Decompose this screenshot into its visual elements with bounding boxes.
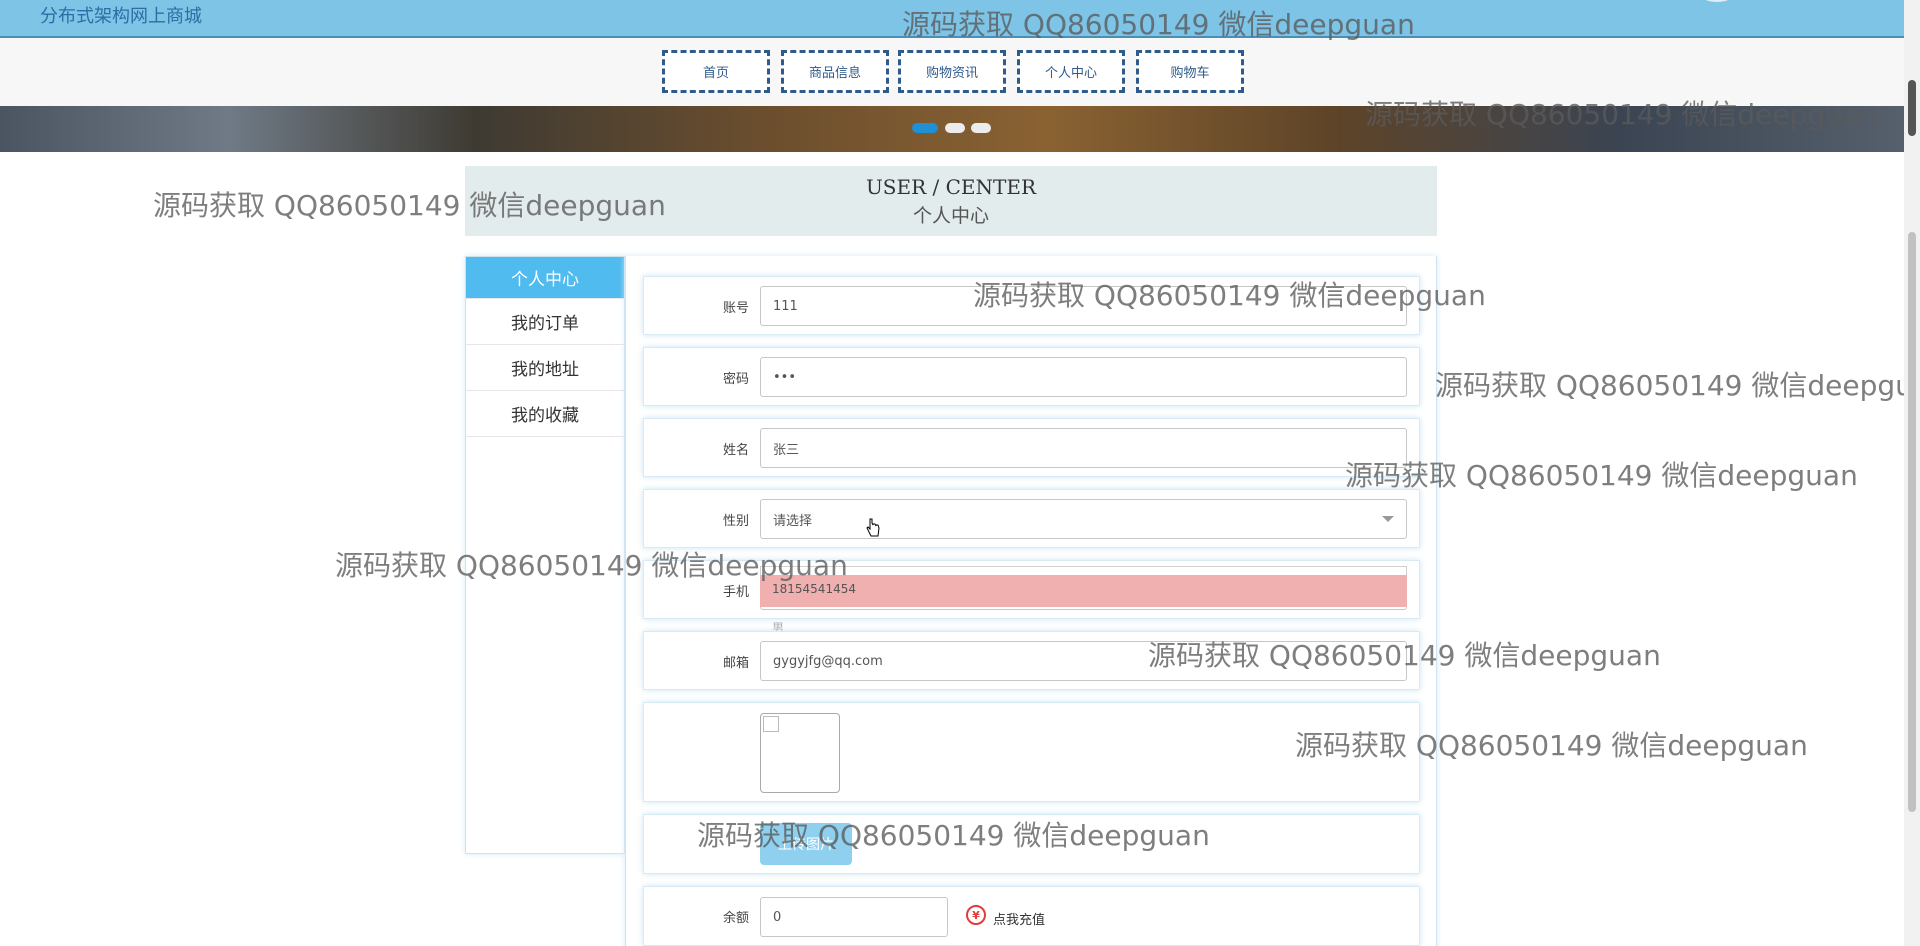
watermark-clip: 源码获取 QQ86050149 微信deepguan: [1435, 364, 1904, 404]
watermark: 源码获取 QQ86050149 微信deepguan: [1435, 369, 1904, 402]
form-row-email: 邮箱 gygyjfg@qq.com: [643, 631, 1420, 690]
avatar-image-preview: [760, 713, 840, 793]
top-bar: 分布式架构网上商城: [0, 0, 1920, 38]
gender-select[interactable]: 请选择: [760, 499, 1407, 539]
section-header: USER / CENTER 个人中心: [465, 166, 1437, 236]
sidebar: 个人中心 我的订单 我的地址 我的收藏: [465, 256, 625, 854]
site-title[interactable]: 分布式架构网上商城: [40, 2, 202, 28]
form-row-name: 姓名 张三: [643, 418, 1420, 477]
nav-news[interactable]: 购物资讯: [898, 50, 1006, 93]
yuan-icon[interactable]: ¥: [966, 905, 986, 925]
section-title-en: USER / CENTER: [865, 175, 1037, 199]
email-input[interactable]: gygyjfg@qq.com: [760, 641, 1407, 681]
form-row-gender: 性别 请选择: [643, 489, 1420, 548]
phone-value: 18154541454: [772, 582, 856, 596]
form-row-balance: 余额 0 ¥ 点我充值: [643, 886, 1420, 946]
scrollbar-thumb[interactable]: [1908, 232, 1916, 812]
email-label: 邮箱: [722, 656, 749, 671]
nav-home[interactable]: 首页: [662, 50, 770, 93]
section-title-cn: 个人中心: [912, 205, 989, 227]
form-row-account: 账号 111: [643, 276, 1420, 335]
gender-select-placeholder: 请选择: [773, 513, 813, 529]
sidebar-item-orders[interactable]: 我的订单: [466, 299, 624, 345]
main-nav: 首页 商品信息 购物资讯 个人中心 购物车: [0, 38, 1920, 106]
nav-user-center[interactable]: 个人中心: [1017, 50, 1125, 93]
form-row-password: 密码 •••: [643, 347, 1420, 406]
upload-image-button[interactable]: 上传图片: [760, 823, 852, 865]
sidebar-item-favorites[interactable]: 我的收藏: [466, 391, 624, 437]
chevron-down-icon: [1382, 516, 1394, 522]
carousel-dot[interactable]: [945, 123, 965, 133]
nav-cart[interactable]: 购物车: [1136, 50, 1244, 93]
form-row-upload: 上传图片: [643, 814, 1420, 874]
name-input[interactable]: 张三: [760, 428, 1407, 468]
account-label: 账号: [722, 301, 749, 316]
page-scrollbar[interactable]: [1904, 0, 1920, 946]
form-row-avatar-image: [643, 702, 1420, 802]
carousel-dot-active[interactable]: [912, 123, 938, 133]
scrollbar-thumb-top[interactable]: [1908, 80, 1916, 136]
sidebar-item-address[interactable]: 我的地址: [466, 345, 624, 391]
page: 分布式架构网上商城 首页 商品信息 购物资讯 个人中心 购物车 USER / C…: [0, 0, 1920, 946]
nav-products[interactable]: 商品信息: [781, 50, 889, 93]
avatar[interactable]: [1697, 0, 1737, 2]
balance-label: 余额: [722, 911, 749, 926]
name-label: 姓名: [722, 443, 749, 458]
phone-label: 手机: [722, 585, 749, 600]
gender-label: 性别: [722, 514, 749, 529]
carousel-dot[interactable]: [971, 123, 991, 133]
password-label: 密码: [722, 372, 749, 387]
sidebar-item-user-center[interactable]: 个人中心: [466, 257, 624, 299]
hand-pointer-icon: [866, 518, 880, 537]
password-input[interactable]: •••: [760, 357, 1407, 397]
recharge-link[interactable]: 点我充值: [993, 909, 1045, 928]
balance-input[interactable]: 0: [760, 897, 948, 937]
account-input[interactable]: 111: [760, 286, 1407, 326]
